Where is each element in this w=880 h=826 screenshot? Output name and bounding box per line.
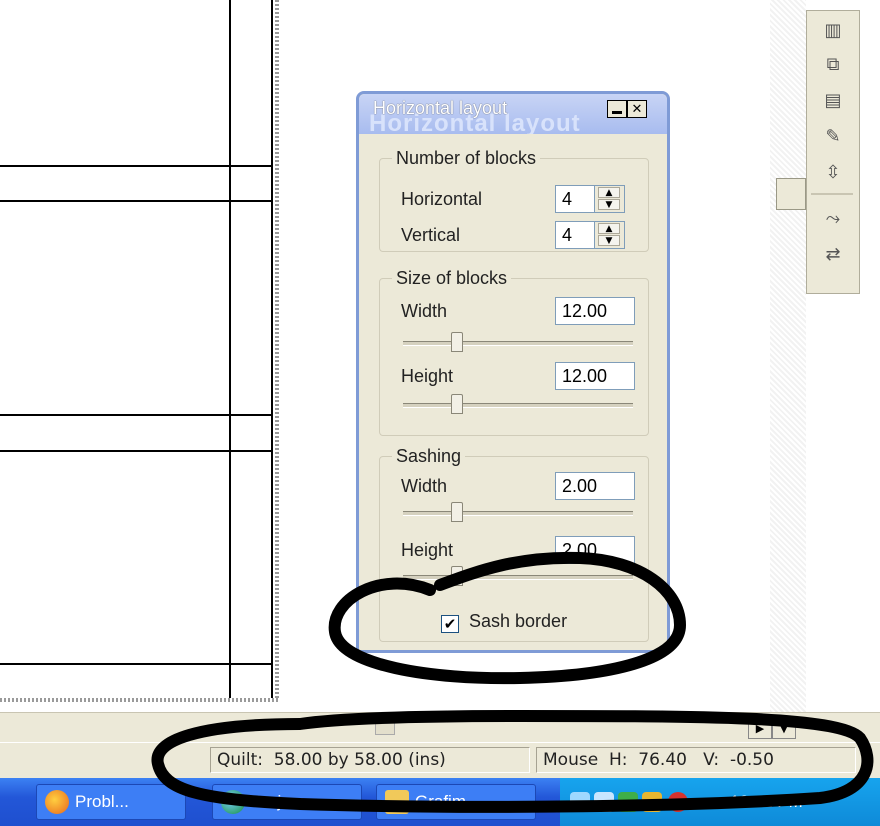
increment-button[interactable]: ▲	[598, 223, 620, 234]
monitor-icon[interactable]	[618, 792, 638, 812]
vertical-count-spinner[interactable]: ▲ ▼	[595, 221, 625, 249]
close-button[interactable]: ✕	[627, 100, 647, 118]
sash-border-checkbox[interactable]: ✔	[441, 615, 459, 633]
minimize-button[interactable]	[607, 100, 627, 118]
sash-border-label[interactable]: Sash border	[469, 611, 567, 632]
sashing-width-label: Width	[401, 476, 448, 496]
dialog-titlebar[interactable]: Horizontal layout Horizontal layout ✕	[359, 94, 667, 134]
arrange-icon[interactable]: ⇳	[813, 157, 853, 187]
quilt-grid-line	[0, 200, 273, 202]
block-height-field[interactable]: 12.00	[555, 362, 635, 390]
checkmark-icon: ✔	[443, 615, 457, 633]
group-legend: Size of blocks	[396, 268, 508, 288]
block-height-label: Height	[401, 366, 454, 386]
close-icon: ✕	[631, 101, 643, 117]
slider-track	[403, 575, 633, 580]
taskbar-item-label: Grafim	[415, 792, 466, 811]
taskbar-item-label: Probl...	[75, 792, 129, 811]
toolbar-separator	[811, 193, 853, 195]
system-tray: 10:02 PM	[560, 778, 880, 826]
horizontal-scroll-thumb[interactable]	[375, 721, 395, 735]
taskbar-item-problem[interactable]: Probl...	[36, 784, 186, 820]
horizontal-count-field[interactable]: 4	[555, 185, 595, 213]
vertical-scroll-thumb[interactable]	[776, 178, 806, 210]
shield-icon[interactable]	[642, 792, 662, 812]
refresh-icon[interactable]: ⇄	[813, 239, 853, 269]
slider-thumb[interactable]	[451, 566, 463, 586]
vertical-count-field[interactable]: 4	[555, 221, 595, 249]
slider-track	[403, 511, 633, 516]
horizontal-count-spinner[interactable]: ▲ ▼	[595, 185, 625, 213]
folder-icon	[385, 790, 409, 814]
clock[interactable]: 10:02 PM	[730, 792, 803, 812]
swap-blocks-icon[interactable]: ⧉	[813, 49, 853, 79]
taskbar-item-project[interactable]: Projem	[212, 784, 362, 820]
taskbar-item-label: Projem	[251, 792, 305, 811]
decrement-button[interactable]: ▼	[598, 199, 620, 210]
sashing-height-slider[interactable]	[403, 566, 633, 588]
slider-thumb[interactable]	[451, 332, 463, 352]
slider-track	[403, 403, 633, 408]
quilt-grid-line	[0, 663, 273, 665]
minimize-icon	[612, 110, 622, 114]
status-bar: Quilt: 58.00 by 58.00 (ins) Mouse H: 76.…	[0, 742, 880, 779]
rotate-icon[interactable]: ⤳	[813, 203, 853, 233]
slider-thumb[interactable]	[451, 394, 463, 414]
increment-button[interactable]: ▲	[598, 187, 620, 198]
spool-icon[interactable]: ▥	[813, 15, 853, 45]
quilt-grid-line	[271, 0, 273, 700]
ie-icon	[221, 790, 245, 814]
vertical-label: Vertical	[401, 225, 461, 245]
group-legend: Sashing	[396, 446, 462, 466]
eyedropper-icon[interactable]: ✎	[813, 121, 853, 151]
mouse-position-status: Mouse H: 76.40 V: -0.50	[536, 747, 856, 773]
slider-thumb[interactable]	[451, 502, 463, 522]
horizontal-label: Horizontal	[401, 189, 483, 209]
block-width-label: Width	[401, 301, 448, 321]
quilt-edge	[0, 698, 279, 702]
firefox-icon	[45, 790, 69, 814]
quilt-edge	[275, 0, 279, 702]
decrement-button[interactable]: ▼	[598, 235, 620, 246]
group-legend: Number of blocks	[396, 148, 537, 168]
volume-icon[interactable]	[594, 792, 614, 812]
slider-track	[403, 341, 633, 346]
thread-icon[interactable]: ▤	[813, 85, 853, 115]
quilt-grid-line	[229, 0, 231, 700]
horizontal-layout-dialog: Horizontal layout Horizontal layout ✕ Nu…	[356, 91, 670, 653]
block-width-field[interactable]: 12.00	[555, 297, 635, 325]
quilt-grid-line	[0, 165, 273, 167]
antivirus-icon[interactable]	[668, 792, 688, 812]
sashing-height-label: Height	[401, 540, 454, 560]
dialog-title: Horizontal layout	[373, 98, 508, 118]
sashing-width-field[interactable]: 2.00	[555, 472, 635, 500]
scroll-down-button[interactable]: ▼	[772, 717, 796, 739]
horizontal-scrollbar[interactable]: ▶ ▼	[0, 712, 880, 743]
quilt-size-status: Quilt: 58.00 by 58.00 (ins)	[210, 747, 530, 773]
taskbar: Probl... Projem Grafim 10:02 PM	[0, 778, 880, 826]
scroll-right-button[interactable]: ▶	[748, 717, 772, 739]
taskbar-item-graphics[interactable]: Grafim	[376, 784, 536, 820]
quilt-grid-line	[0, 414, 273, 416]
block-height-slider[interactable]	[403, 394, 633, 416]
sashing-height-field[interactable]: 2.00	[555, 536, 635, 564]
sashing-width-slider[interactable]	[403, 502, 633, 524]
network-icon[interactable]	[570, 792, 590, 812]
block-width-slider[interactable]	[403, 332, 633, 354]
quilt-grid-line	[0, 450, 273, 452]
right-toolbar: ▥ ⧉ ▤ ✎ ⇳ ⤳ ⇄	[806, 10, 860, 294]
workspace-margin	[770, 0, 806, 712]
